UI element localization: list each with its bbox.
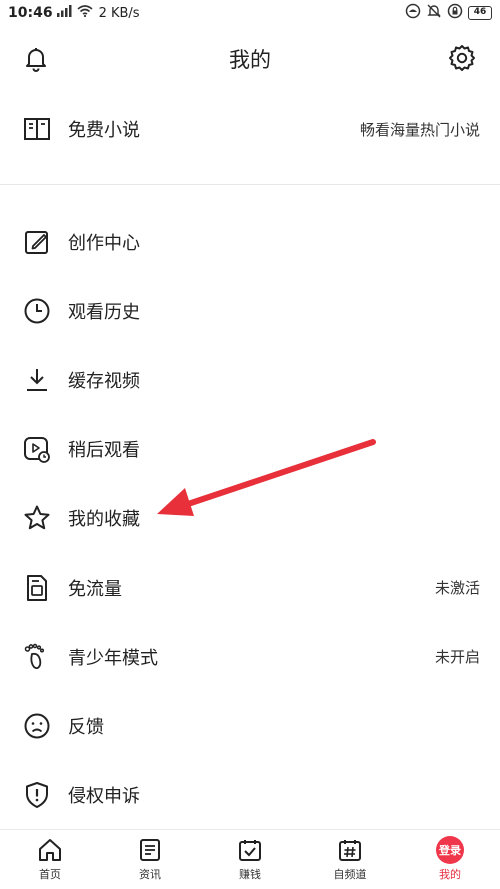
menu-item-data-free[interactable]: 免流量 未激活 [0, 553, 500, 622]
menu-item-infringement-appeal[interactable]: 侵权申诉 [0, 761, 500, 830]
status-time: 10:46 [8, 5, 53, 21]
nav-label: 资讯 [139, 868, 161, 881]
free-novel-label: 免费小说 [68, 120, 140, 141]
download-icon [22, 365, 52, 395]
menu-item-note: 未激活 [434, 579, 480, 598]
footprint-icon [22, 642, 52, 672]
signal-icon [56, 5, 73, 21]
menu-item-label: 创作中心 [68, 232, 140, 254]
menu-item-favorites[interactable]: 我的收藏 [0, 484, 500, 553]
nav-home[interactable]: 首页 [0, 830, 100, 889]
watch-later-icon [22, 434, 52, 464]
free-novel-row[interactable]: 免费小说 畅看海量热门小说 [0, 94, 500, 164]
menu-item-label: 反馈 [68, 716, 104, 738]
section-divider [0, 184, 500, 185]
menu-item-label: 我的收藏 [68, 509, 140, 531]
menu-item-creator-center[interactable]: 创作中心 [0, 207, 500, 276]
menu-item-feedback[interactable]: 反馈 [0, 691, 500, 760]
me-icon: 登录 [436, 836, 464, 864]
menu-item-label: 免流量 [68, 578, 122, 600]
battery-indicator: 46 [468, 6, 492, 20]
edit-icon [22, 227, 52, 257]
app-notification-icon [405, 3, 421, 23]
nav-label: 自频道 [333, 868, 367, 881]
menu-item-label: 青少年模式 [68, 647, 158, 669]
menu-item-note: 未开启 [434, 648, 480, 667]
menu-list: 创作中心 观看历史 缓存视频 稍后观看 我的收藏 免流量 未激活 青少年模式 未… [0, 207, 500, 830]
wifi-icon [77, 5, 93, 21]
nav-label: 赚钱 [239, 868, 261, 881]
nav-news[interactable]: 资讯 [100, 830, 200, 889]
sad-face-icon [22, 711, 52, 741]
channel-icon [336, 836, 364, 864]
menu-item-label: 稍后观看 [68, 440, 140, 462]
nav-channel[interactable]: 自频道 [300, 830, 400, 889]
status-bar: 10:46 2 KB/s 46 [0, 0, 500, 26]
network-rate: 2 KB/s [98, 5, 140, 21]
menu-item-cached-videos[interactable]: 缓存视频 [0, 345, 500, 414]
gear-icon [446, 45, 478, 78]
menu-item-watch-history[interactable]: 观看历史 [0, 276, 500, 345]
bell-muted-icon [426, 3, 442, 23]
earn-icon [236, 836, 264, 864]
star-icon [22, 503, 52, 533]
news-icon [136, 836, 164, 864]
menu-item-teen-mode[interactable]: 青少年模式 未开启 [0, 622, 500, 691]
page-title: 我的 [229, 48, 271, 72]
nav-label: 首页 [39, 868, 61, 881]
menu-item-watch-later[interactable]: 稍后观看 [0, 415, 500, 484]
menu-item-label: 侵权申诉 [68, 786, 140, 808]
bottom-nav: 首页 资讯 赚钱 自频道 登录 我的 [0, 829, 500, 889]
book-icon [22, 114, 52, 144]
free-novel-note: 畅看海量热门小说 [359, 120, 480, 139]
nav-earn[interactable]: 赚钱 [200, 830, 300, 889]
nav-me[interactable]: 登录 我的 [400, 830, 500, 889]
home-icon [36, 836, 64, 864]
header: 我的 [0, 26, 500, 90]
clock-icon [22, 296, 52, 326]
menu-item-label: 观看历史 [68, 301, 140, 323]
nav-label: 我的 [439, 868, 461, 881]
settings-button[interactable] [446, 42, 478, 74]
login-badge: 登录 [436, 836, 464, 864]
sim-card-icon [22, 573, 52, 603]
lock-status-icon [447, 3, 463, 23]
menu-item-label: 缓存视频 [68, 370, 140, 392]
shield-alert-icon [22, 780, 52, 810]
